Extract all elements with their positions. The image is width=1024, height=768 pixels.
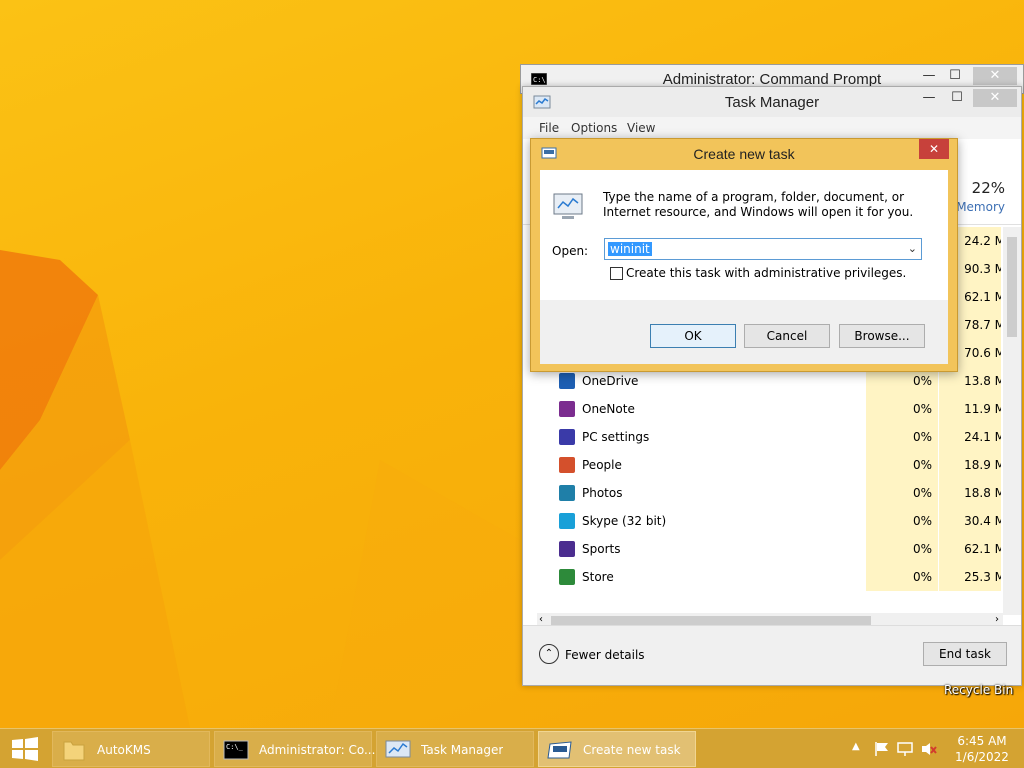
app-icon [559,401,575,417]
tm-minimize-button[interactable]: — [915,89,943,107]
process-memory: 18.9 M [939,451,1001,479]
menu-file[interactable]: File [539,121,559,135]
clock-date: 1/6/2022 [955,750,1009,764]
show-hidden-icons-icon[interactable]: ▲ [852,741,860,752]
process-cpu: 0% [866,451,938,479]
taskbar-item-create-new-task[interactable]: Create new task [538,731,696,767]
create-new-task-dialog: Create new task ✕ Type the name of a pro… [530,138,958,372]
process-name: Sports [582,542,621,556]
clock-time: 6:45 AM [957,734,1007,748]
ok-button[interactable]: OK [650,324,736,348]
task-manager-footer: ⌃ Fewer details End task [523,625,1021,685]
scroll-left-arrow-icon[interactable]: ‹ [539,614,543,625]
taskbar: AutoKMS C:\_ Administrator: Co... Task M… [0,728,1024,768]
taskbar-item-label: Create new task [583,743,681,757]
recycle-bin-label[interactable]: Recycle Bin [944,683,1013,697]
cancel-button[interactable]: Cancel [744,324,830,348]
process-cpu: 0% [866,395,938,423]
app-icon [559,485,575,501]
process-name: PC settings [582,430,650,444]
task-manager-icon [385,740,411,758]
process-memory: 30.4 M [939,507,1001,535]
dialog-close-button[interactable]: ✕ [919,139,949,159]
cmd-close-button[interactable]: ✕ [973,67,1017,85]
folder-icon [63,741,85,761]
computer-icon [553,193,583,219]
process-cpu: 0% [866,423,938,451]
cmd-maximize-button[interactable]: ☐ [941,67,969,85]
table-row[interactable]: PC settings 0% 24.1 M [523,423,1001,451]
admin-privileges-checkbox[interactable] [610,267,623,280]
app-icon [559,569,575,585]
vertical-scroll-thumb[interactable] [1007,237,1017,337]
taskbar-item-autokms[interactable]: AutoKMS [52,731,210,767]
dialog-body: Type the name of a program, folder, docu… [540,170,948,364]
open-input-value[interactable]: wininit [608,242,652,256]
dialog-title: Create new task [693,146,795,162]
speaker-muted-icon[interactable] [920,741,938,757]
taskbar-item-command-prompt[interactable]: C:\_ Administrator: Co... [214,731,376,767]
taskbar-item-label: Task Manager [421,743,504,757]
taskbar-item-label: Administrator: Co... [259,743,376,757]
start-button[interactable] [0,729,50,768]
svg-text:C:\_: C:\_ [226,743,244,751]
app-icon [559,541,575,557]
menu-options[interactable]: Options [571,121,617,135]
app-icon [559,457,575,473]
taskbar-item-label: AutoKMS [97,743,151,757]
process-name: Store [582,570,614,584]
tm-close-button[interactable]: ✕ [973,89,1017,107]
task-manager-titlebar[interactable]: Task Manager — ☐ ✕ [523,87,1021,117]
process-memory: 62.1 M [939,535,1001,563]
process-cpu: 0% [866,535,938,563]
open-label: Open: [552,244,589,258]
process-cpu: 0% [866,479,938,507]
network-icon[interactable] [897,741,915,757]
table-row[interactable]: Store 0% 25.3 M [523,563,1001,591]
end-task-button[interactable]: End task [923,642,1007,666]
cmd-minimize-button[interactable]: — [915,67,943,85]
process-memory: 24.1 M [939,423,1001,451]
vertical-scrollbar[interactable] [1003,227,1021,615]
memory-percent: 22% [971,179,1005,197]
admin-privileges-label[interactable]: Create this task with administrative pri… [626,266,906,280]
browse-button[interactable]: Browse... [839,324,925,348]
dialog-description: Type the name of a program, folder, docu… [603,190,914,219]
cmd-icon: C:\_ [223,740,249,760]
process-name: Skype (32 bit) [582,514,667,528]
app-icon [559,429,575,445]
app-icon [559,513,575,529]
action-center-flag-icon[interactable] [874,741,890,757]
tm-maximize-button[interactable]: ☐ [943,89,971,107]
table-row[interactable]: Skype (32 bit) 0% 30.4 M [523,507,1001,535]
run-dialog-icon [547,741,572,759]
process-memory: 11.9 M [939,395,1001,423]
chevron-down-icon[interactable]: ⌄ [908,242,917,255]
table-row[interactable]: Photos 0% 18.8 M [523,479,1001,507]
open-combobox[interactable]: wininit ⌄ [604,238,922,260]
menu-view[interactable]: View [627,121,655,135]
process-name: People [582,458,622,472]
table-row[interactable]: OneNote 0% 11.9 M [523,395,1001,423]
app-icon [559,373,575,389]
process-cpu: 0% [866,507,938,535]
taskbar-clock[interactable]: 6:45 AM 1/6/2022 [952,733,1012,765]
process-name: OneDrive [582,374,639,388]
menu-bar: File Options View [523,117,1021,139]
process-name: OneNote [582,402,635,416]
windows-logo-icon [12,737,38,761]
process-memory: 25.3 M [939,563,1001,591]
chevron-up-icon[interactable]: ⌃ [539,644,559,664]
scroll-right-arrow-icon[interactable]: › [995,614,999,625]
process-name: Photos [582,486,623,500]
process-cpu: 0% [866,563,938,591]
memory-column-header[interactable]: Memory [956,200,1005,214]
fewer-details-link[interactable]: Fewer details [565,648,645,662]
table-row[interactable]: People 0% 18.9 M [523,451,1001,479]
taskbar-item-task-manager[interactable]: Task Manager [376,731,534,767]
process-memory: 18.8 M [939,479,1001,507]
table-row[interactable]: Sports 0% 62.1 M [523,535,1001,563]
